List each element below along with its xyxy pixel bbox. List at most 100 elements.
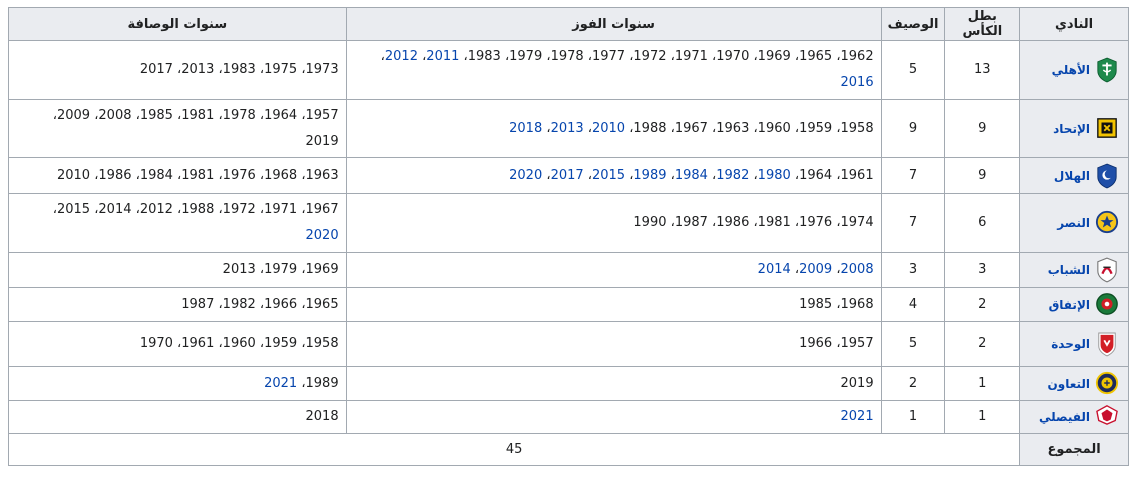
year-text: 1969 — [757, 49, 791, 64]
year-link[interactable]: 2008 — [841, 262, 874, 277]
year-link[interactable]: 2018 — [509, 121, 542, 136]
year-separator: ، — [832, 262, 841, 277]
year-text: 2019 — [305, 133, 339, 149]
year-link[interactable]: 2020 — [509, 168, 542, 183]
al-ettifaq-logo-icon[interactable] — [1095, 292, 1119, 318]
year-separator: ، — [255, 202, 265, 217]
runner-up-years-cell: 1958، 1959، 1960، 1961، 1970 — [8, 321, 347, 367]
al-ahli-logo-icon[interactable] — [1095, 57, 1119, 83]
year-text: 1967 — [305, 202, 339, 217]
al-faisaly-logo-icon[interactable] — [1095, 404, 1119, 430]
year-text: 1965 — [305, 296, 339, 312]
year-text: 2012 — [139, 202, 173, 217]
runner-up-count: 9 — [880, 99, 946, 158]
year-text: 1967 — [674, 120, 708, 136]
year-link[interactable]: 2010 — [592, 121, 625, 136]
year-separator: ، — [172, 62, 182, 77]
year-separator: ، — [297, 107, 306, 123]
year-text: 1985 — [799, 296, 833, 312]
year-text: 1988 — [181, 202, 215, 217]
table-row: الهلال 9 7 1961، 1964، 1980، 1982، 1984، 19… — [8, 157, 1129, 194]
year-separator: ، — [749, 167, 758, 183]
year-separator: ، — [583, 167, 592, 183]
table-row: الوحدة 2 5 1957، 1966 1958، 1959، 1960، 1961… — [8, 321, 1129, 367]
year-separator: ، — [214, 336, 223, 351]
champion-count: 1 — [944, 400, 1021, 434]
year-text: 1984 — [139, 167, 173, 183]
club-cell: الأهلي — [1019, 40, 1129, 100]
year-separator: ، — [500, 49, 510, 64]
year-separator: ، — [297, 62, 306, 77]
table-row: الفيصلي 1 1 2021 2018 — [8, 400, 1129, 434]
club-link[interactable]: الشباب — [1048, 263, 1090, 277]
year-text: 2013 — [181, 62, 215, 77]
year-text: 1964 — [264, 107, 298, 123]
year-link[interactable]: 2020 — [306, 228, 339, 243]
champion-count: 9 — [944, 99, 1021, 158]
year-link[interactable]: 2013 — [551, 121, 584, 136]
al-ittihad-logo-icon[interactable] — [1095, 116, 1119, 142]
header-champion: بطل الكأس — [944, 7, 1021, 41]
year-link[interactable]: 2012 — [385, 49, 418, 64]
al-shabab-logo-icon[interactable] — [1095, 257, 1119, 283]
year-text: 1961 — [181, 336, 215, 351]
year-link[interactable]: 2014 — [758, 262, 791, 277]
year-separator: ، — [131, 167, 140, 183]
runner-up-years-cell: 1989، 2021 — [8, 366, 347, 401]
year-text: 2017 — [139, 62, 173, 77]
year-link[interactable]: 2015 — [592, 168, 625, 183]
total-row: المجموع 45 — [7, 433, 1129, 466]
al-hilal-logo-icon[interactable] — [1095, 163, 1119, 189]
year-text: 2013 — [222, 262, 256, 277]
year-separator: ، — [214, 167, 223, 183]
year-text: 1976 — [222, 167, 256, 183]
year-link[interactable]: 2011 — [426, 49, 459, 64]
al-taawoun-logo-icon[interactable] — [1095, 371, 1119, 397]
year-text: 1990 — [633, 215, 667, 230]
year-text: 1987 — [674, 215, 708, 230]
club-link[interactable]: الإتحاد — [1053, 122, 1090, 136]
year-text: 2018 — [305, 409, 339, 424]
table-row: الإتفاق 2 4 1968، 1985 1965، 1966، 1982، 198… — [8, 287, 1129, 322]
champion-count: 1 — [944, 366, 1021, 401]
runner-up-years-cell: 1963، 1968، 1976، 1981، 1984، 1986، 2010 — [8, 157, 347, 194]
club-link[interactable]: الأهلي — [1052, 63, 1090, 77]
table-row: الشباب 3 3 2008، 2009، 2014 1969، 1979، 2013 — [8, 252, 1129, 288]
year-separator: ، — [790, 167, 800, 183]
year-link[interactable]: 2021 — [264, 376, 297, 391]
year-separator: ، — [707, 215, 717, 230]
year-separator: ، — [255, 296, 265, 312]
club-link[interactable]: النصر — [1057, 216, 1090, 230]
club-link[interactable]: الإتفاق — [1049, 298, 1090, 312]
club-link[interactable]: التعاون — [1048, 377, 1091, 391]
year-link[interactable]: 1989 — [633, 168, 666, 183]
club-link[interactable]: الهلال — [1054, 169, 1090, 183]
year-link[interactable]: 1982 — [716, 168, 749, 183]
year-link[interactable]: 2009 — [799, 262, 832, 277]
runner-up-years-cell: 1973، 1975، 1983، 2013، 2017 — [8, 40, 347, 100]
year-link[interactable]: 2021 — [841, 409, 874, 424]
year-text: 1960 — [757, 120, 791, 136]
runner-up-count: 7 — [880, 157, 946, 194]
year-text: 2010 — [56, 167, 91, 183]
year-separator: ، — [542, 49, 551, 64]
year-link[interactable]: 2017 — [551, 168, 584, 183]
al-wehda-logo-icon[interactable] — [1095, 331, 1119, 357]
year-separator: ، — [832, 167, 841, 183]
club-link[interactable]: الوحدة — [1051, 337, 1090, 351]
year-separator: ، — [297, 262, 306, 277]
year-text: 1968 — [264, 167, 298, 183]
year-separator: ، — [749, 215, 758, 230]
year-separator: ، — [297, 375, 306, 391]
club-cell: الهلال — [1019, 157, 1129, 194]
win-years-cell: 2019 — [345, 366, 882, 401]
year-link[interactable]: 2016 — [841, 75, 874, 90]
al-nassr-logo-icon[interactable] — [1095, 210, 1119, 236]
champion-count: 6 — [944, 193, 1021, 253]
win-years-cell: 1958، 1959، 1960، 1963، 1967، 1988، 2010… — [345, 99, 882, 158]
club-link[interactable]: الفيصلي — [1039, 410, 1090, 424]
runner-up-years-cell: 1967، 1971، 1972، 1988، 2012، 2014، 2015… — [8, 193, 347, 253]
year-link[interactable]: 1984 — [675, 168, 708, 183]
year-separator: ، — [255, 107, 265, 123]
year-link[interactable]: 1980 — [758, 168, 791, 183]
